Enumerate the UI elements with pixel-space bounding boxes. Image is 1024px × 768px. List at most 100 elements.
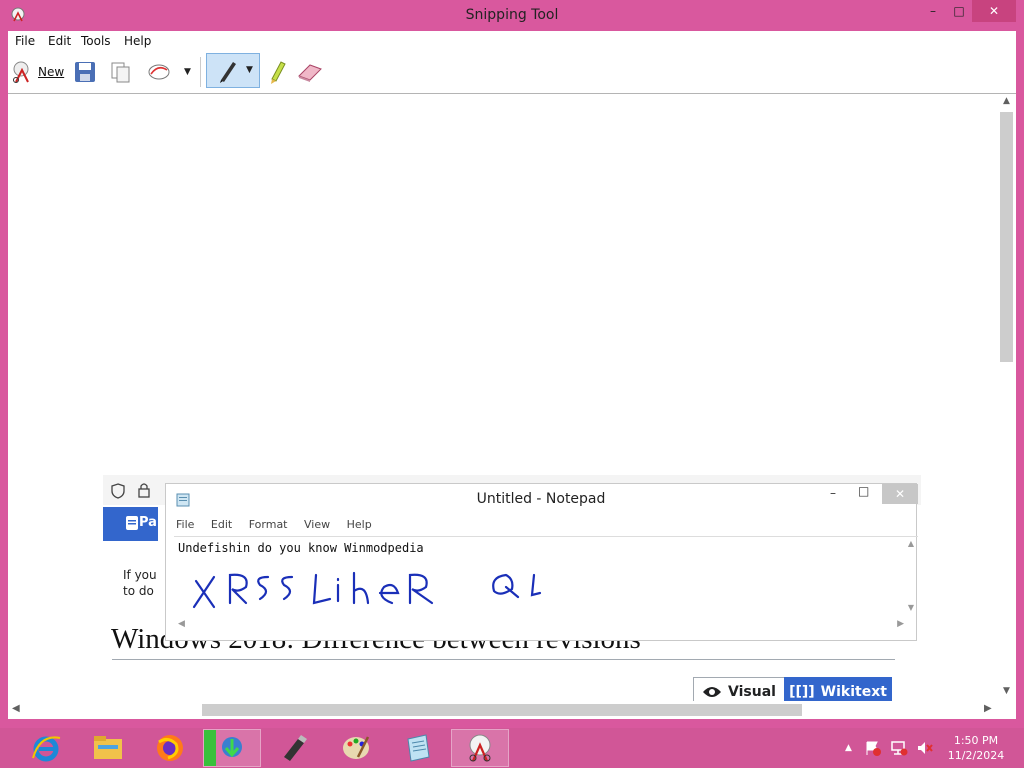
menu-bar: File Edit Tools Help — [8, 31, 1016, 51]
taskbar-file-explorer[interactable] — [79, 729, 137, 767]
snipping-tool-window: Snipping Tool – □ ✕ File Edit Tools Help… — [0, 0, 1024, 728]
scroll-up-icon[interactable]: ▲ — [997, 96, 1016, 106]
horizontal-scrollbar[interactable]: ◀ ▶ — [8, 701, 998, 719]
page-tab: Pa — [103, 507, 158, 541]
snip-canvas[interactable]: Pa If you to do Windows 2018: Difference… — [8, 93, 1016, 719]
progress-indicator — [204, 730, 216, 766]
body-line-1: If you — [123, 568, 157, 582]
new-snip-button[interactable]: New — [10, 56, 64, 88]
shield-icon — [111, 483, 125, 499]
copy-button[interactable] — [109, 56, 133, 88]
notepad-taskbar-icon — [407, 734, 430, 762]
eraser-icon — [298, 64, 322, 82]
eye-icon — [703, 687, 722, 697]
copy-icon — [111, 62, 130, 83]
send-dropdown[interactable]: ▼ — [184, 56, 191, 88]
vertical-scroll-thumb[interactable] — [1000, 112, 1013, 362]
notepad-window: Untitled - Notepad – □ ✕ File Edit Forma… — [165, 483, 918, 641]
scroll-right-icon[interactable]: ▶ — [984, 703, 992, 714]
notepad-menu-format: Format — [248, 518, 288, 531]
pen-button[interactable]: ▼ — [206, 53, 260, 88]
pen-annotation — [192, 571, 542, 609]
notepad-scroll-left-icon: ◀ — [178, 619, 185, 629]
page-tab-label: Pa — [139, 515, 157, 530]
notepad-maximize-icon: □ — [858, 484, 870, 498]
heading-divider — [112, 659, 895, 660]
send-snip-button[interactable] — [146, 56, 172, 88]
taskbar-firefox[interactable] — [141, 729, 199, 767]
vertical-scrollbar[interactable]: ▲ ▼ — [997, 94, 1016, 701]
new-label: New — [38, 65, 65, 79]
notepad-close-icon: ✕ — [882, 484, 918, 504]
scroll-left-icon[interactable]: ◀ — [12, 703, 20, 714]
taskbar-internet-explorer[interactable] — [17, 729, 75, 767]
taskbar-download-manager[interactable] — [203, 729, 261, 767]
notepad-scroll-up-icon: ▲ — [907, 539, 914, 548]
snipping-tool-taskbar-icon — [469, 734, 491, 762]
menu-help[interactable]: Help — [124, 34, 151, 48]
visual-label: Visual — [728, 684, 776, 700]
clock[interactable]: 1:50 PM 11/2/2024 — [936, 733, 1016, 763]
clock-time: 1:50 PM — [953, 734, 999, 747]
taskbar: ▲ 1:50 PM 11/2/2024 — [0, 728, 1024, 768]
scissors-icon — [13, 61, 29, 83]
pen-dropdown-icon[interactable]: ▼ — [246, 65, 253, 75]
network-icon[interactable] — [890, 740, 908, 756]
page-body-text: If you to do — [123, 567, 157, 599]
notepad-text: Undefishin do you know Winmodpedia — [178, 541, 424, 555]
lock-icon — [138, 483, 150, 498]
menu-edit[interactable]: Edit — [48, 34, 71, 48]
horizontal-scroll-thumb[interactable] — [202, 704, 802, 716]
firefox-icon — [157, 735, 183, 761]
pen-icon — [220, 62, 236, 83]
highlighter-icon — [271, 61, 286, 84]
title-bar[interactable]: Snipping Tool – □ ✕ — [0, 0, 1024, 31]
menu-file[interactable]: File — [15, 34, 35, 48]
page-icon — [126, 516, 138, 530]
download-manager-icon — [222, 737, 242, 758]
usb-drive-icon — [284, 735, 307, 761]
notepad-menu: File Edit Format View Help — [176, 518, 385, 531]
notepad-scroll-down-icon: ▼ — [907, 603, 914, 612]
wikitext-button: [[]] Wikitext — [784, 677, 892, 701]
scroll-down-icon[interactable]: ▼ — [997, 686, 1016, 696]
notepad-menu-file: File — [176, 518, 195, 531]
notepad-title: Untitled - Notepad — [476, 491, 606, 507]
visual-button: Visual — [693, 677, 785, 701]
toolbar: New ▼ ▼ — [8, 51, 1016, 93]
volume-muted-icon[interactable] — [916, 740, 934, 756]
taskbar-notepad[interactable] — [389, 729, 447, 767]
maximize-button[interactable]: □ — [946, 0, 972, 22]
chevron-down-icon: ▼ — [184, 67, 191, 77]
notepad-scroll-right-icon: ▶ — [897, 619, 904, 629]
notepad-menu-edit: Edit — [210, 518, 233, 531]
notepad-minimize-icon: – — [830, 486, 836, 500]
brackets-icon: [[]] — [789, 684, 815, 700]
action-center-flag-icon[interactable] — [864, 740, 882, 756]
taskbar-paint[interactable] — [327, 729, 385, 767]
eraser-button[interactable] — [296, 56, 324, 88]
notepad-edit-area: Undefishin do you know Winmodpedia ▲ ▼ ◀… — [174, 536, 918, 637]
window-title: Snipping Tool — [465, 7, 559, 23]
folder-icon — [94, 736, 122, 759]
clock-date: 11/2/2024 — [947, 749, 1005, 762]
internet-explorer-icon — [32, 736, 61, 762]
toolbar-separator — [200, 57, 201, 87]
show-hidden-icons-icon[interactable]: ▲ — [845, 743, 852, 753]
taskbar-snipping-tool[interactable] — [451, 729, 509, 767]
save-button[interactable] — [73, 56, 97, 88]
notepad-menu-view: View — [304, 518, 331, 531]
save-icon — [75, 62, 95, 82]
menu-tools[interactable]: Tools — [81, 34, 111, 48]
system-tray: ▲ — [845, 728, 934, 768]
taskbar-usb-drive[interactable] — [265, 729, 323, 767]
paint-palette-icon — [343, 736, 370, 759]
close-button[interactable]: ✕ — [972, 0, 1016, 22]
send-icon — [148, 64, 170, 80]
minimize-button[interactable]: – — [920, 0, 946, 22]
highlighter-button[interactable] — [266, 56, 288, 88]
body-line-2: to do — [123, 584, 154, 598]
wikitext-label: Wikitext — [820, 684, 887, 700]
notepad-menu-help: Help — [346, 518, 372, 531]
captured-image: Pa If you to do Windows 2018: Difference… — [103, 475, 921, 701]
